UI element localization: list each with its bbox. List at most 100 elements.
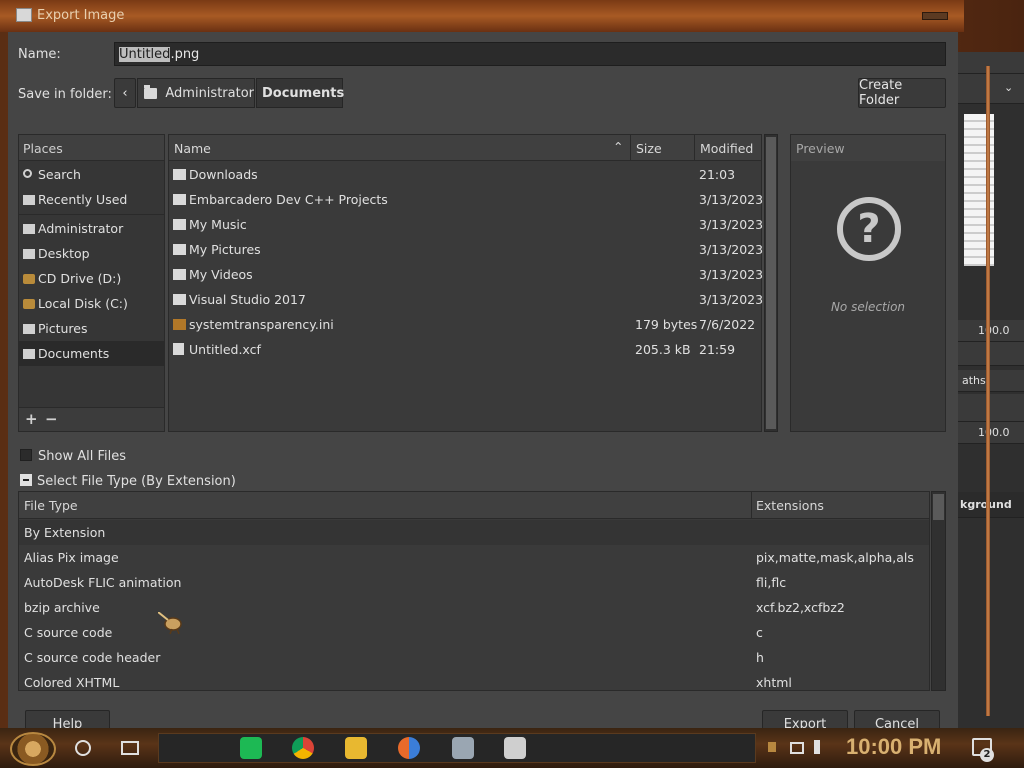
back-button[interactable]: ‹: [114, 78, 136, 108]
file-type-row[interactable]: AutoDesk FLIC animation fli,flc: [19, 570, 929, 595]
start-button[interactable]: [10, 732, 56, 766]
file-name: Embarcadero Dev C++ Projects: [189, 192, 388, 207]
zoom-spin[interactable]: 100.0: [958, 320, 1024, 342]
file-row[interactable]: systemtransparency.ini 179 bytes 7/6/202…: [169, 312, 761, 337]
browser-icon[interactable]: [398, 737, 420, 759]
file-size: 179 bytes: [635, 317, 698, 332]
places-item-pictures[interactable]: Pictures: [19, 316, 164, 341]
no-selection-text: No selection: [830, 300, 906, 314]
collapse-icon: [20, 474, 32, 486]
file-type-row[interactable]: C source code header h: [19, 645, 929, 670]
file-explorer-icon[interactable]: [345, 737, 367, 759]
folder-icon: [23, 249, 35, 259]
places-item-cd-drive[interactable]: CD Drive (D:): [19, 266, 164, 291]
disk-drive-icon: [23, 299, 35, 309]
show-all-files-label: Show All Files: [38, 449, 126, 464]
file-type-scrollbar[interactable]: [931, 491, 946, 691]
opacity-spin[interactable]: 100.0: [958, 422, 1024, 444]
paths-tab[interactable]: aths: [958, 370, 1024, 392]
file-name: My Videos: [189, 267, 253, 282]
create-folder-button[interactable]: Create Folder: [858, 78, 946, 108]
file-type-row[interactable]: C source code c: [19, 620, 929, 645]
window-controls[interactable]: [922, 12, 948, 20]
places-item-label: Desktop: [38, 246, 90, 261]
column-size[interactable]: Size: [636, 141, 662, 156]
file-type-name: bzip archive: [24, 600, 100, 615]
file-list-scrollbar[interactable]: [764, 134, 778, 432]
layer-row[interactable]: kground: [958, 492, 1024, 518]
clock[interactable]: 10:00 PM: [846, 734, 941, 760]
column-extensions[interactable]: Extensions: [756, 498, 824, 513]
save-in-folder-label: Save in folder:: [18, 87, 112, 102]
file-row[interactable]: My Pictures 3/13/2023: [169, 237, 764, 262]
file-modified: 3/13/2023: [699, 192, 764, 207]
paths-tab-label: aths: [962, 374, 986, 387]
remove-bookmark-button[interactable]: −: [45, 410, 58, 428]
clock-icon: [23, 195, 35, 205]
chrome-icon[interactable]: [292, 737, 314, 759]
mode-row[interactable]: [958, 394, 1024, 422]
gimp-side-panel: ⌄ 100.0 aths 100.0 kground: [958, 52, 1024, 728]
file-modified: 3/13/2023: [699, 267, 764, 282]
file-row[interactable]: Visual Studio 2017 3/13/2023: [169, 287, 763, 312]
app-icon[interactable]: [452, 737, 474, 759]
file-type-row[interactable]: By Extension: [19, 520, 929, 545]
file-row[interactable]: Embarcadero Dev C++ Projects 3/13/2023: [169, 187, 764, 212]
column-modified[interactable]: Modified: [700, 141, 753, 156]
task-view-icon[interactable]: [121, 741, 139, 755]
preview-header: Preview: [791, 135, 945, 161]
volume-muted-icon[interactable]: [814, 740, 828, 754]
file-row[interactable]: My Videos 3/13/2023: [169, 262, 764, 287]
breadcrumb-label: Documents: [262, 85, 345, 101]
file-list: Name ⌃ Size Modified Downloads 21:03 Emb…: [168, 134, 764, 432]
folder-icon: [173, 219, 186, 230]
app-icon: [16, 8, 32, 22]
places-item-documents[interactable]: Documents: [19, 341, 164, 366]
places-item-search[interactable]: Search: [19, 162, 164, 187]
title-bar[interactable]: Export Image: [0, 0, 964, 32]
gimp-icon[interactable]: [504, 737, 526, 759]
file-type-ext: h: [756, 650, 764, 665]
network-icon[interactable]: [790, 742, 804, 754]
column-name[interactable]: Name: [174, 141, 211, 156]
file-row[interactable]: Downloads 21:03: [169, 162, 761, 187]
places-item-label: Pictures: [38, 321, 88, 336]
places-item-local-disk[interactable]: Local Disk (C:): [19, 291, 164, 316]
mouse-cursor-icon: [158, 612, 182, 634]
column-file-type[interactable]: File Type: [24, 498, 78, 513]
add-bookmark-button[interactable]: +: [25, 410, 38, 428]
file-row[interactable]: Untitled.xcf 205.3 kB 21:59: [169, 337, 761, 362]
spotify-icon[interactable]: [240, 737, 262, 759]
places-item-label: Administrator: [38, 221, 124, 236]
places-divider: [19, 214, 164, 215]
file-modified: 3/13/2023: [699, 242, 764, 257]
file-type-row[interactable]: Colored XHTML xhtml: [19, 670, 929, 690]
places-item-administrator[interactable]: Administrator: [19, 216, 164, 241]
column-divider: [694, 135, 695, 161]
file-type-row[interactable]: Alias Pix image pix,matte,mask,alpha,als: [19, 545, 929, 570]
file-type-name: Colored XHTML: [24, 675, 120, 690]
file-name: systemtransparency.ini: [189, 317, 334, 332]
breadcrumb-documents[interactable]: Documents: [256, 78, 345, 108]
file-name: Downloads: [189, 167, 258, 182]
places-item-recently-used[interactable]: Recently Used: [19, 187, 164, 212]
places-item-desktop[interactable]: Desktop: [19, 241, 164, 266]
file-type-expander[interactable]: [20, 474, 32, 489]
filename-input[interactable]: Untitled.png: [114, 42, 946, 66]
panel-dropdown[interactable]: ⌄: [958, 74, 1024, 104]
file-type-name: By Extension: [24, 525, 106, 540]
folder-icon: [173, 244, 186, 255]
show-all-files-checkbox[interactable]: [20, 449, 32, 464]
file-type-row[interactable]: bzip archive xcf.bz2,xcfbz2: [19, 595, 929, 620]
checkbox[interactable]: [20, 449, 32, 461]
file-name: Visual Studio 2017: [189, 292, 306, 307]
scrollbar-thumb[interactable]: [933, 494, 944, 520]
preview-panel: Preview ? No selection: [790, 134, 946, 432]
tray-expand-icon[interactable]: [768, 742, 776, 752]
breadcrumb-administrator[interactable]: Administrator: [137, 78, 255, 108]
places-header: Places: [19, 135, 164, 161]
scrollbar-thumb[interactable]: [766, 137, 776, 429]
search-circle-icon[interactable]: [75, 740, 91, 756]
file-row[interactable]: My Music 3/13/2023: [169, 212, 763, 237]
chevron-down-icon: ⌄: [1004, 81, 1014, 94]
